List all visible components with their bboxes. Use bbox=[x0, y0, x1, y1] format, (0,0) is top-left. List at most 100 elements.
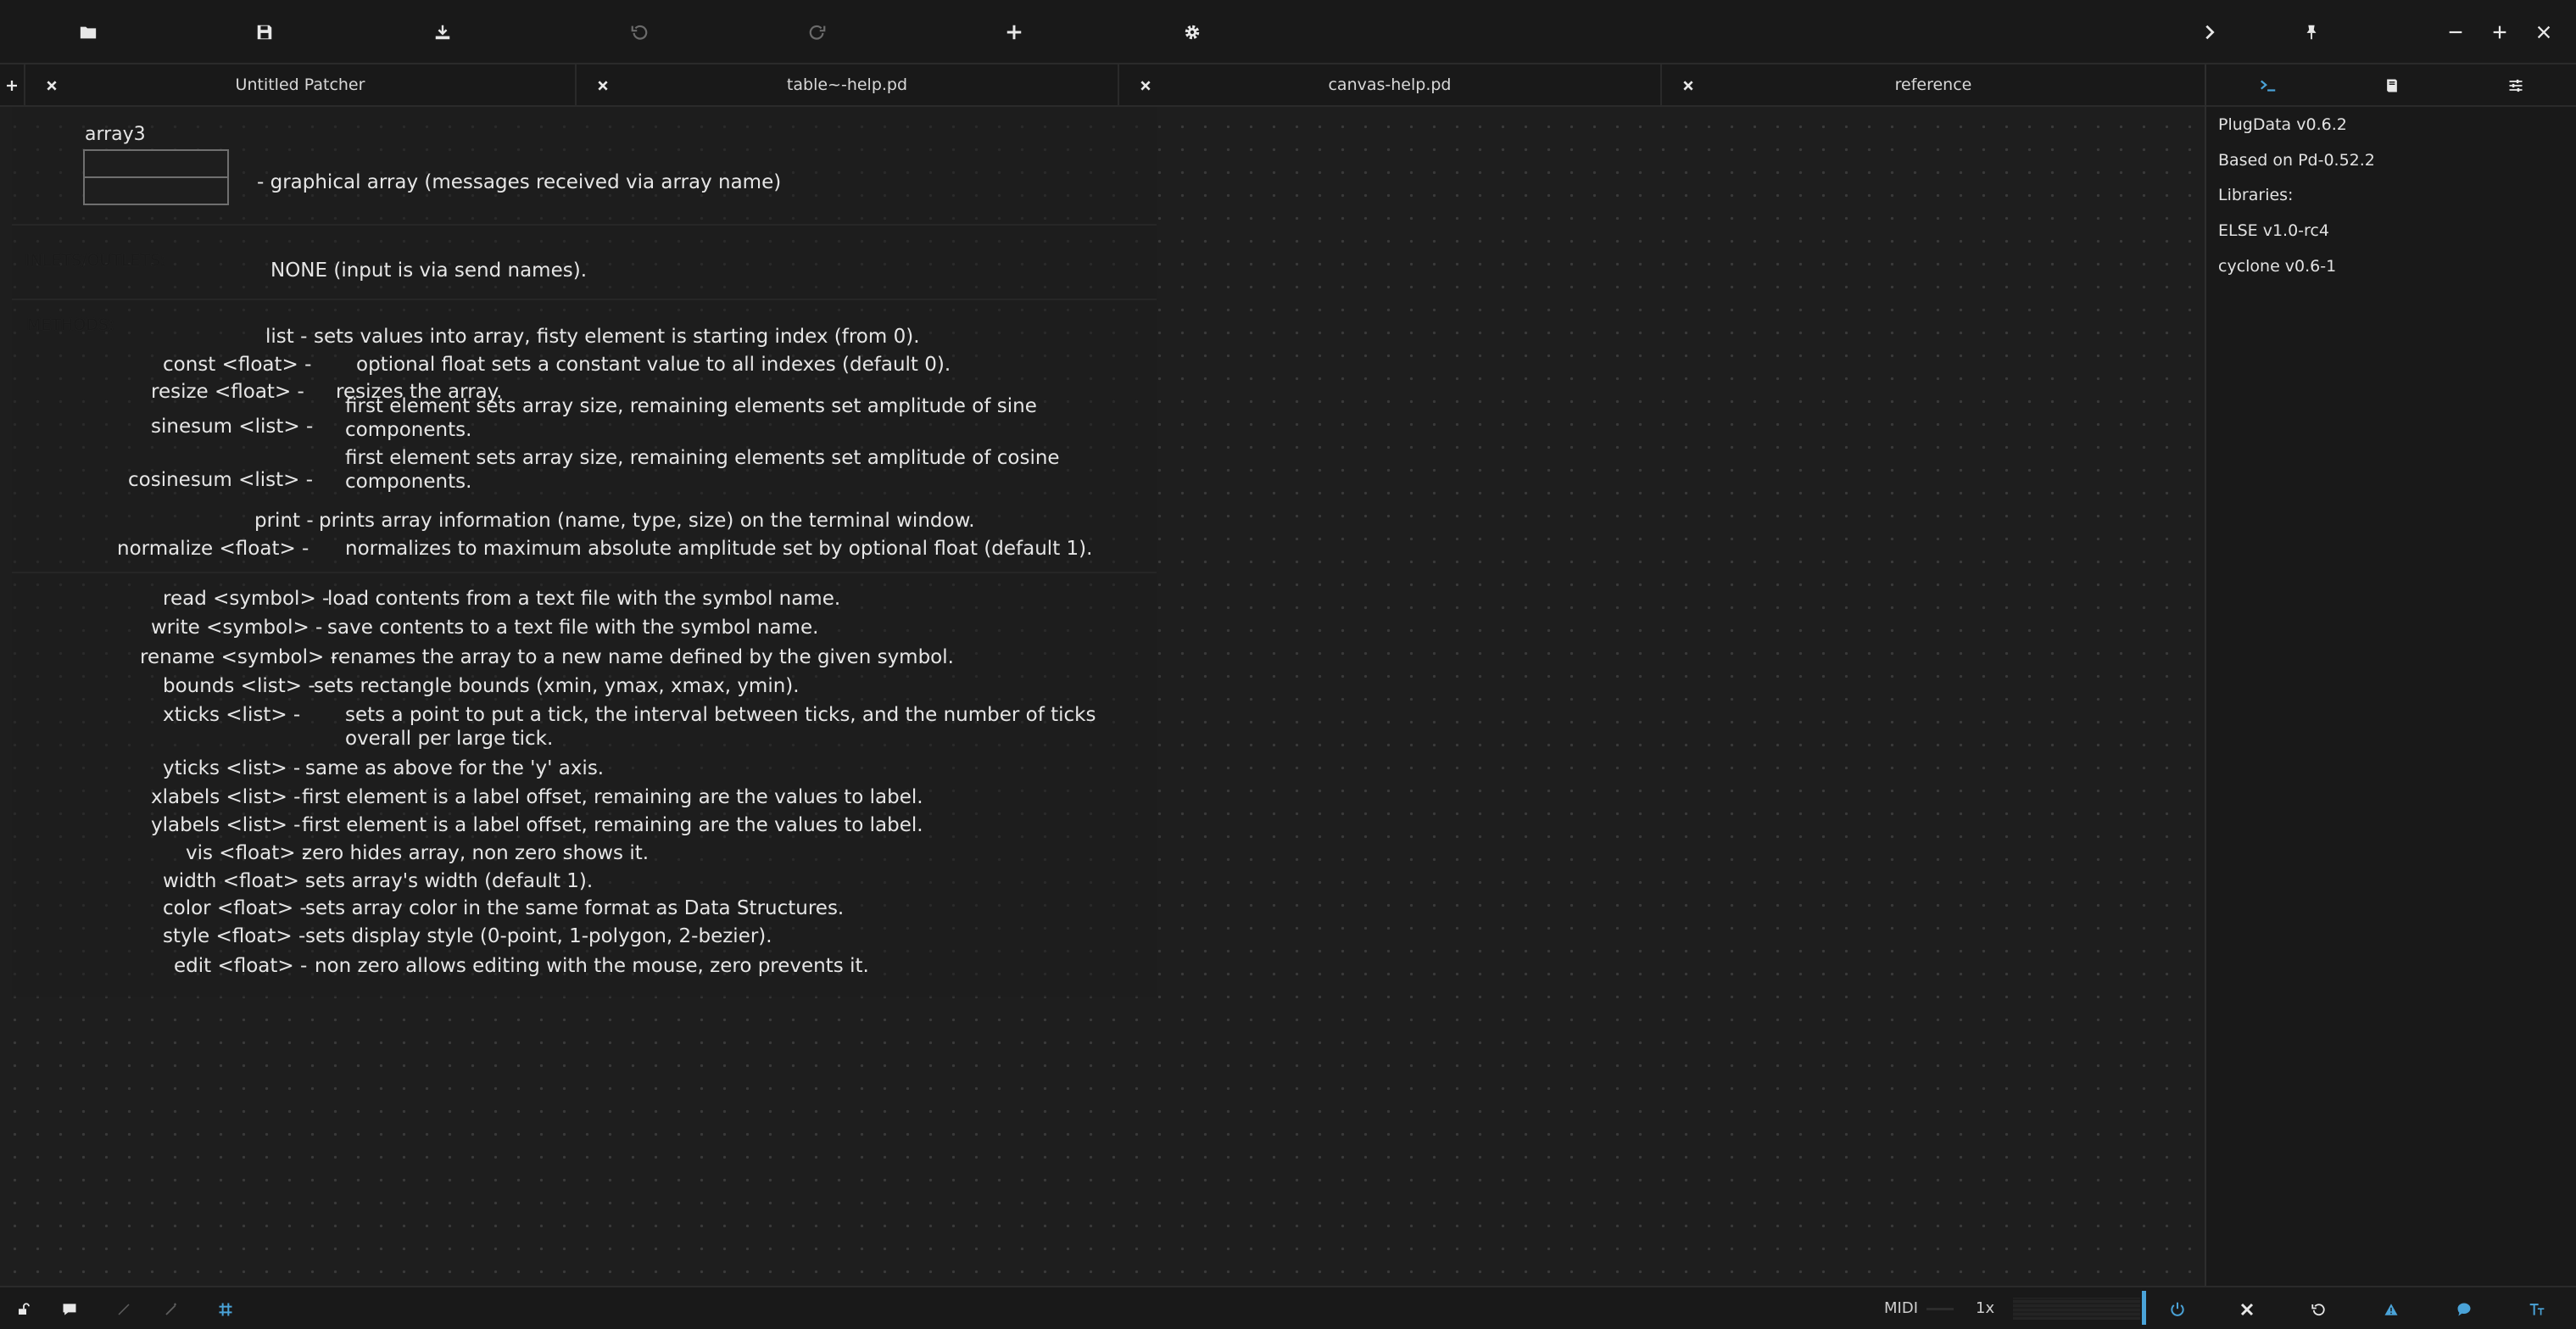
section-divider bbox=[12, 572, 1157, 573]
method-name: color <float> - bbox=[163, 897, 307, 919]
chat-icon[interactable] bbox=[2451, 1296, 2478, 1323]
array-graph[interactable] bbox=[83, 149, 229, 205]
console-line: ELSE v1.0-rc4 bbox=[2218, 221, 2329, 240]
undo-icon[interactable] bbox=[619, 12, 660, 53]
method-desc: optional float sets a constant value to … bbox=[356, 354, 951, 376]
midi-activity-indicator bbox=[1926, 1308, 1954, 1310]
method-desc: zero hides array, non zero shows it. bbox=[302, 842, 650, 864]
method-name: style <float> - bbox=[163, 925, 306, 947]
method-name: ylabels <list> - bbox=[151, 814, 301, 836]
method-name: width <float> - bbox=[163, 870, 313, 892]
tab-label: reference bbox=[1894, 75, 1972, 94]
status-bar: MIDI 1x bbox=[0, 1286, 2576, 1329]
hide-sidebar-icon[interactable] bbox=[2189, 12, 2230, 53]
method-name: write <symbol> - bbox=[151, 617, 323, 639]
connection-style-icon[interactable] bbox=[110, 1296, 137, 1323]
method-desc: non zero allows editing with the mouse, … bbox=[315, 955, 869, 977]
method-name: sinesum <list> - bbox=[151, 416, 314, 438]
tab-table-help[interactable]: table~-help.pd bbox=[577, 64, 1119, 107]
method-desc-continued: overall per large tick. bbox=[345, 728, 554, 750]
open-folder-icon[interactable] bbox=[68, 12, 109, 53]
reset-icon[interactable] bbox=[2305, 1296, 2332, 1323]
array-name-label: array3 bbox=[85, 124, 146, 145]
inspector-icon[interactable] bbox=[2454, 64, 2576, 107]
method-desc: first element is a label offset, remaini… bbox=[302, 814, 923, 836]
console-line: Libraries: bbox=[2218, 186, 2294, 204]
console-line: cyclone v0.6-1 bbox=[2218, 257, 2337, 276]
method-desc-continued: components. bbox=[345, 419, 472, 441]
maximize-icon[interactable] bbox=[2479, 12, 2520, 53]
method-desc: renames the array to a new name defined … bbox=[331, 646, 954, 668]
method-name: cosinesum <list> - bbox=[128, 469, 314, 491]
level-meter bbox=[2013, 1298, 2140, 1320]
method-desc: save contents to a text file with the sy… bbox=[327, 617, 819, 639]
documentation-icon[interactable] bbox=[2330, 64, 2454, 107]
method-desc: sets values into array, fisty element is… bbox=[314, 326, 920, 348]
tab-label: Untitled Patcher bbox=[235, 75, 365, 94]
tab-bar: Untitled Patcher table~-help.pd canvas-h… bbox=[0, 64, 2205, 107]
midi-label: MIDI bbox=[1884, 1299, 1919, 1317]
inlets-text: NONE (input is via send names). bbox=[270, 260, 588, 282]
method-desc: same as above for the 'y' axis. bbox=[305, 757, 605, 779]
section-divider bbox=[12, 299, 1157, 300]
zoom-label[interactable]: 1x bbox=[1976, 1299, 1994, 1317]
text-size-icon[interactable] bbox=[2523, 1296, 2551, 1323]
method-name: yticks <list> - bbox=[163, 757, 301, 779]
method-desc: sets display style (0-point, 1-polygon, … bbox=[305, 925, 772, 947]
method-name: print - bbox=[254, 510, 314, 532]
method-desc: sets rectangle bounds (xmin, ymax, xmax,… bbox=[314, 675, 800, 697]
power-icon[interactable] bbox=[2164, 1296, 2191, 1323]
lock-icon[interactable] bbox=[10, 1296, 37, 1323]
tab-canvas-help[interactable]: canvas-help.pd bbox=[1119, 64, 1662, 107]
method-desc: first element sets array size, remaining… bbox=[345, 447, 1060, 469]
presentation-icon[interactable] bbox=[56, 1296, 83, 1323]
minimize-icon[interactable] bbox=[2435, 12, 2476, 53]
method-name: normalize <float> - bbox=[117, 538, 309, 560]
new-tab-button[interactable] bbox=[0, 64, 25, 107]
save-icon[interactable] bbox=[244, 12, 285, 53]
main-toolbar bbox=[0, 0, 2576, 64]
method-desc-continued: components. bbox=[345, 471, 472, 493]
method-name: vis <float> - bbox=[186, 842, 309, 864]
tab-reference[interactable]: reference bbox=[1662, 64, 2205, 107]
method-desc: sets array's width (default 1). bbox=[305, 870, 594, 892]
settings-icon[interactable] bbox=[1172, 12, 1213, 53]
wand-icon[interactable] bbox=[158, 1296, 185, 1323]
method-desc: load contents from a text file with the … bbox=[327, 588, 841, 610]
method-desc: normalizes to maximum absolute amplitude… bbox=[345, 538, 1093, 560]
patch-canvas[interactable]: array3 - graphical array (messages recei… bbox=[0, 107, 2205, 1286]
console-icon[interactable] bbox=[2206, 64, 2330, 107]
sidebar: PlugData v0.6.2 Based on Pd-0.52.2 Libra… bbox=[2205, 64, 2576, 1286]
warning-icon[interactable] bbox=[2378, 1296, 2405, 1323]
inlets-heading: INLETS/OUTLETS: bbox=[25, 251, 166, 270]
redo-icon[interactable] bbox=[797, 12, 838, 53]
method-name: resize <float> - bbox=[151, 381, 304, 403]
add-object-icon[interactable] bbox=[994, 12, 1034, 53]
method-name: edit <float> - bbox=[174, 955, 308, 977]
save-as-icon[interactable] bbox=[422, 12, 463, 53]
console-line: PlugData v0.6.2 bbox=[2218, 115, 2347, 134]
method-name: xlabels <list> - bbox=[151, 786, 301, 808]
method-desc: sets array color in the same format as D… bbox=[305, 897, 845, 919]
method-desc: first element is a label offset, remaini… bbox=[302, 786, 923, 808]
method-desc: prints array information (name, type, si… bbox=[319, 510, 975, 532]
method-name: xticks <list> - bbox=[163, 704, 301, 726]
tab-label: table~-help.pd bbox=[786, 75, 908, 94]
method-name: list - bbox=[265, 326, 308, 348]
section-divider bbox=[12, 224, 1157, 226]
panic-icon[interactable] bbox=[2233, 1296, 2261, 1323]
tab-untitled-patcher[interactable]: Untitled Patcher bbox=[25, 64, 577, 107]
method-name: read <symbol> - bbox=[163, 588, 330, 610]
method-desc: sets a point to put a tick, the interval… bbox=[345, 704, 1096, 726]
method-name: const <float> - bbox=[163, 354, 312, 376]
volume-slider[interactable] bbox=[2142, 1291, 2146, 1325]
method-name: rename <symbol> - bbox=[140, 646, 337, 668]
array-description: - graphical array (messages received via… bbox=[257, 171, 782, 193]
sidebar-tab-bar bbox=[2206, 64, 2576, 107]
grid-icon[interactable] bbox=[212, 1296, 239, 1323]
array-plot-line bbox=[85, 176, 227, 178]
close-icon[interactable] bbox=[2523, 12, 2564, 53]
methods-heading: METHODS: bbox=[27, 315, 114, 334]
pin-icon[interactable] bbox=[2291, 12, 2332, 53]
console-line: Based on Pd-0.52.2 bbox=[2218, 151, 2375, 170]
